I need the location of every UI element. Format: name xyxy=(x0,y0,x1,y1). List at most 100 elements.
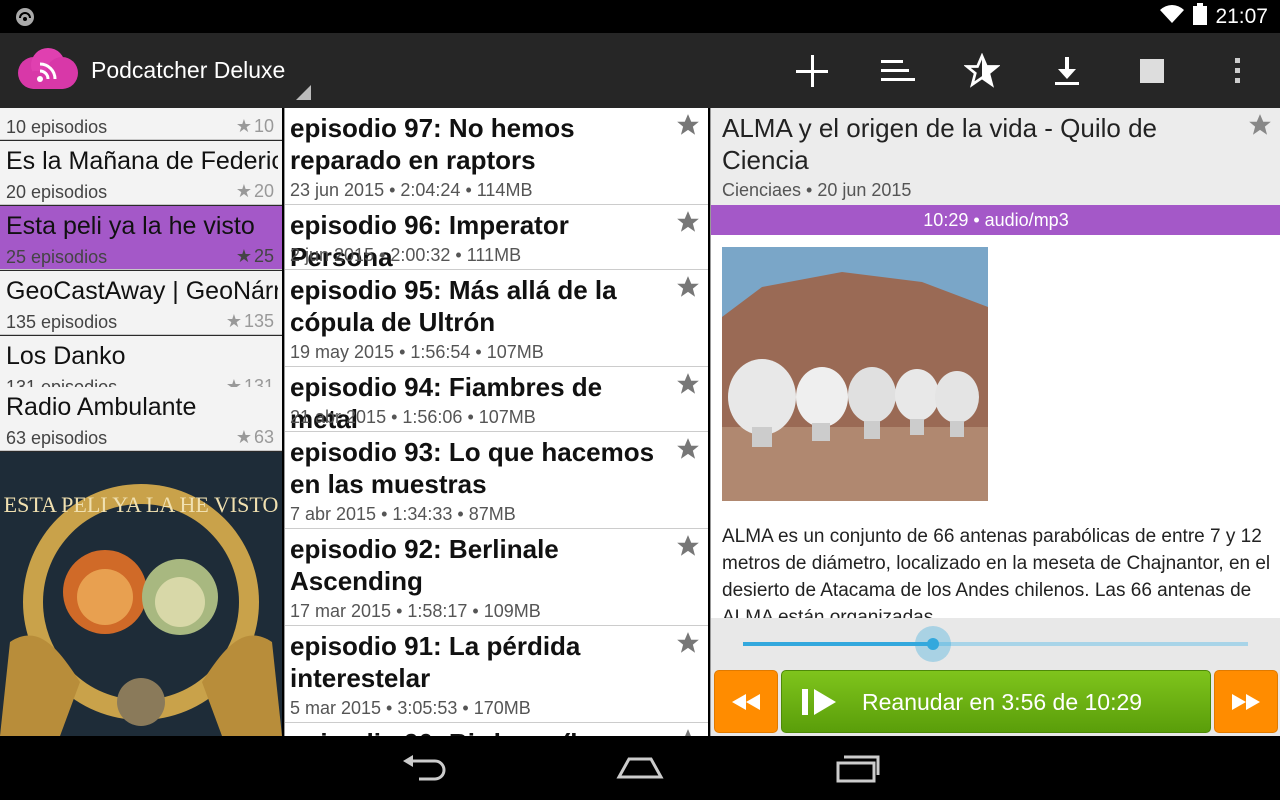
podcast-title: Esta peli ya la he visto xyxy=(6,212,255,240)
wifi-icon xyxy=(1159,4,1185,30)
spinner-indicator-icon xyxy=(296,85,311,100)
episode-detail-title: ALMA y el origen de la vida - Quilo de C… xyxy=(722,113,1158,175)
action-bar: Podcatcher Deluxe xyxy=(0,33,1280,108)
podcast-title: GeoCastAway | GeoNárragas xyxy=(6,277,278,305)
rewind-icon xyxy=(732,693,760,710)
recents-button[interactable] xyxy=(830,750,886,786)
favorites-button[interactable] xyxy=(962,51,1002,91)
seek-thumb[interactable] xyxy=(915,626,952,662)
more-vert-icon xyxy=(1235,58,1240,83)
episode-title: episodio 95: Más allá de la cópula de Ul… xyxy=(290,275,617,337)
podcast-item[interactable]: 10 episodios ★ 10 xyxy=(0,108,282,140)
star-outline-icon xyxy=(964,53,1000,88)
star-icon: ★ xyxy=(235,427,252,447)
app-title[interactable]: Podcatcher Deluxe xyxy=(91,57,285,84)
status-bar: 21:07 xyxy=(0,0,1280,33)
select-all-button[interactable] xyxy=(1132,51,1172,91)
podcast-title: Los Danko xyxy=(6,342,126,370)
star-icon[interactable] xyxy=(675,209,701,235)
episode-meta: 19 may 2015 • 1:56:54 • 107MB xyxy=(290,342,544,362)
star-icon: ★ xyxy=(235,181,252,201)
podcast-artwork: ESTA PELI YA LA HE VISTO xyxy=(0,452,282,736)
star-icon: ★ xyxy=(235,116,252,136)
podcast-star-count: 20 xyxy=(253,181,274,201)
episode-detail-meta: Cienciaes • 20 jun 2015 xyxy=(722,180,912,200)
star-icon[interactable] xyxy=(1247,112,1273,138)
episode-title: episodio 90: Birdman (la xyxy=(290,727,670,736)
star-icon[interactable] xyxy=(675,436,701,462)
plus-icon xyxy=(796,55,828,87)
podcast-episode-count: 10 episodios xyxy=(6,117,108,137)
episode-item[interactable]: episodio 92: Berlinale Ascending 17 mar … xyxy=(285,529,708,626)
episode-item[interactable]: episodio 91: La pérdida interestelar 5 m… xyxy=(285,626,708,723)
podcast-item[interactable]: Radio Ambulante 63 episodios ★ 63 xyxy=(0,387,282,451)
episode-list[interactable]: episodio 97: No hemos reparado en raptor… xyxy=(284,108,708,736)
back-icon xyxy=(403,755,446,781)
episode-meta: 2 jun 2015 • 2:00:32 • 111MB xyxy=(290,245,522,265)
square-icon xyxy=(1140,59,1164,83)
star-icon[interactable] xyxy=(675,727,701,736)
podcast-episode-count: 25 episodios xyxy=(6,247,108,267)
episode-meta: 21 abr 2015 • 1:56:06 • 107MB xyxy=(290,407,536,427)
episode-image xyxy=(722,247,988,501)
player-controls: Reanudar en 3:56 de 10:29 xyxy=(711,618,1280,736)
downloads-button[interactable] xyxy=(1047,51,1087,91)
episode-meta: 5 mar 2015 • 3:05:53 • 170MB xyxy=(290,698,531,718)
podcast-episode-count: 135 episodios xyxy=(6,312,118,332)
episode-title: episodio 91: La pérdida interestelar xyxy=(290,631,581,693)
add-podcast-button[interactable] xyxy=(792,51,832,91)
episode-item[interactable]: episodio 90: Birdman (la xyxy=(285,723,708,736)
system-nav-bar xyxy=(0,736,1280,800)
podcast-item[interactable]: GeoCastAway | GeoNárragas 135 episodios … xyxy=(0,271,282,335)
star-icon: ★ xyxy=(235,246,252,266)
home-button[interactable] xyxy=(612,750,668,786)
seek-progress xyxy=(743,642,934,646)
home-icon xyxy=(616,757,664,779)
clock: 21:07 xyxy=(1215,5,1268,28)
sort-icon xyxy=(881,60,915,81)
podcast-item[interactable]: Es la Mañana de Federico 20 episodios ★ 2… xyxy=(0,141,282,205)
sort-button[interactable] xyxy=(877,51,917,91)
star-icon: ★ xyxy=(225,311,242,331)
episode-item[interactable]: episodio 94: Fiambres de metal 21 abr 20… xyxy=(285,367,708,434)
episode-item[interactable]: episodio 97: No hemos reparado en raptor… xyxy=(285,108,708,205)
episode-meta: 7 abr 2015 • 1:34:33 • 87MB xyxy=(290,504,516,524)
fast-forward-button[interactable] xyxy=(1214,670,1278,733)
app-logo-icon[interactable] xyxy=(16,47,80,91)
back-button[interactable] xyxy=(396,750,452,786)
star-icon[interactable] xyxy=(675,630,701,656)
star-icon[interactable] xyxy=(675,533,701,559)
podcast-title: Es la Mañana de Federico xyxy=(6,147,278,175)
resume-button[interactable]: Reanudar en 3:56 de 10:29 xyxy=(781,670,1211,733)
episode-title: episodio 92: Berlinale Ascending xyxy=(290,534,559,596)
episode-title: episodio 97: No hemos reparado en raptor… xyxy=(290,113,575,175)
episode-detail: ALMA y el origen de la vida - Quilo de C… xyxy=(710,108,1280,736)
episode-item[interactable]: episodio 95: Más allá de la cópula de Ul… xyxy=(285,270,708,367)
podcast-title: Radio Ambulante xyxy=(6,393,197,421)
episode-meta: 23 jun 2015 • 2:04:24 • 114MB xyxy=(290,180,533,200)
notification-podcast-icon xyxy=(14,7,36,27)
star-icon[interactable] xyxy=(675,274,701,300)
podcast-item-selected[interactable]: Esta peli ya la he visto 25 episodios ★ 2… xyxy=(0,206,282,270)
overflow-menu-button[interactable] xyxy=(1217,51,1257,91)
podcast-episode-count: 20 episodios xyxy=(6,182,108,202)
episode-detail-header: ALMA y el origen de la vida - Quilo de C… xyxy=(711,108,1280,205)
episode-meta: 17 mar 2015 • 1:58:17 • 109MB xyxy=(290,601,541,621)
episode-title: episodio 93: Lo que hacemos en las muest… xyxy=(290,437,655,499)
star-icon[interactable] xyxy=(675,371,701,397)
podcast-episode-count: 63 episodios xyxy=(6,428,108,448)
fast-forward-icon xyxy=(1232,693,1260,710)
download-icon xyxy=(1055,57,1079,85)
episode-item[interactable]: episodio 96: Imperator Persona 2 jun 201… xyxy=(285,205,708,272)
episode-format-bar: 10:29 • audio/mp3 xyxy=(711,205,1280,235)
episode-item[interactable]: episodio 93: Lo que hacemos en las muest… xyxy=(285,432,708,529)
artwork-text: ESTA PELI YA LA HE VISTO xyxy=(4,492,279,517)
episode-description: ALMA es un conjunto de 66 antenas parabó… xyxy=(722,526,1271,628)
podcast-list[interactable]: 10 episodios ★ 10 Es la Mañana de Federic… xyxy=(0,108,282,736)
star-icon[interactable] xyxy=(675,112,701,138)
rewind-button[interactable] xyxy=(714,670,778,733)
play-pause-icon xyxy=(802,689,836,715)
podcast-star-count: 135 xyxy=(243,311,274,331)
podcast-star-count: 10 xyxy=(253,116,274,136)
resume-label: Reanudar en 3:56 de 10:29 xyxy=(862,689,1143,715)
